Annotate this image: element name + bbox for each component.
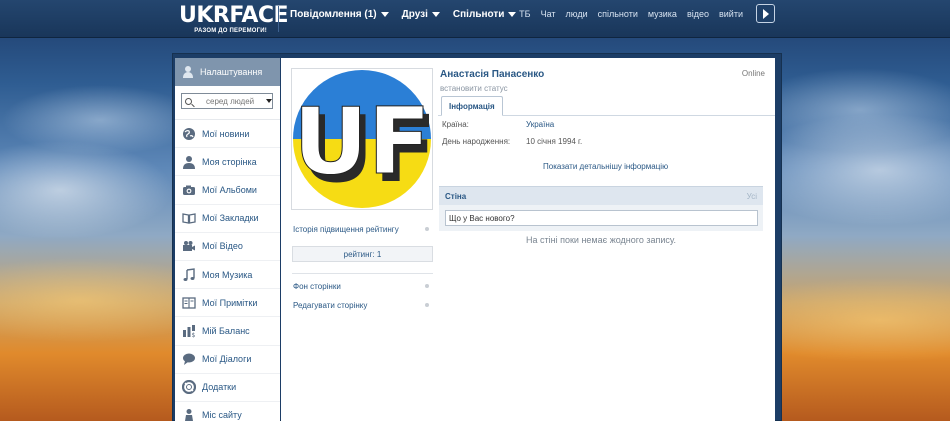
uf-logo-icon: UF UF	[293, 70, 432, 208]
search-icon	[185, 97, 192, 105]
video-camera-icon	[182, 239, 196, 253]
rating-history-link[interactable]: Історія підвищення рейтингу	[293, 221, 433, 237]
balance-icon: $	[182, 324, 196, 338]
logo-tagline: РАЗОМ ДО ПЕРЕМОГИ!	[194, 28, 267, 34]
chevron-down-icon	[431, 11, 440, 17]
show-details-link[interactable]: Показати детальнішу інформацію	[543, 162, 668, 171]
edit-page-link[interactable]: Редагувати сторінку	[293, 297, 433, 313]
profile-name: Анастасія Панасенко	[440, 69, 545, 80]
tab-information[interactable]: Інформація	[441, 96, 503, 116]
logo-text: UKRFACE	[179, 3, 289, 28]
search-input[interactable]	[206, 96, 266, 106]
info-country-label: Країна:	[442, 120, 469, 129]
wall-composer	[439, 205, 763, 231]
bullet-icon	[425, 227, 429, 231]
sidebar-search-wrap	[175, 86, 280, 120]
sidebar-item-my-page[interactable]: Моя сторінка	[175, 148, 280, 177]
info-birthday-label: День народження:	[442, 137, 511, 146]
wall-header: Стіна Усі	[439, 186, 763, 205]
user-icon	[182, 66, 194, 78]
nav-friends-label: Друзі	[401, 8, 428, 20]
speech-bubble-icon	[182, 352, 196, 366]
topbar-divider	[278, 6, 279, 32]
online-status: Online	[741, 69, 765, 78]
lifebuoy-icon	[182, 380, 196, 395]
avatar-text: UF	[293, 88, 431, 195]
sidebar-settings-label: Налаштування	[200, 67, 263, 77]
nav-link-logout[interactable]: вийти	[719, 9, 743, 19]
avatar[interactable]: UF UF	[291, 68, 433, 210]
sidebar-settings[interactable]: Налаштування	[175, 58, 280, 86]
sidebar-item-label: Мій Баланс	[202, 325, 250, 336]
camera-icon	[182, 183, 196, 197]
notebook-icon	[182, 296, 196, 310]
nav-link-tv[interactable]: ТБ	[519, 9, 530, 19]
bullet-icon	[425, 303, 429, 307]
nav-link-people[interactable]: люди	[566, 9, 588, 19]
logo[interactable]: UKRFACE РАЗОМ ДО ПЕРЕМОГИ!	[179, 3, 289, 35]
chevron-down-icon	[508, 11, 517, 17]
nav-link-chat[interactable]: Чат	[541, 9, 556, 19]
profile-content: UF UF Історія підвищення рейтингу рейтин…	[281, 58, 775, 421]
wall-post-input[interactable]	[445, 210, 758, 226]
nav-link-video[interactable]: відео	[687, 9, 709, 19]
nav-communities-label: Спільноти	[452, 8, 505, 20]
sidebar-item-label: Моя сторінка	[202, 156, 257, 167]
nav-friends[interactable]: Друзі	[402, 9, 440, 20]
sidebar-item-notes[interactable]: Мої Примітки	[175, 289, 280, 318]
top-nav-right: ТБ Чат люди спільноти музика відео вийти	[519, 0, 743, 28]
wall-all-link[interactable]: Усі	[747, 192, 757, 201]
rating-history-label: Історія підвищення рейтингу	[293, 224, 399, 234]
page-background-label: Фон сторінки	[293, 281, 341, 291]
sidebar-item-label: Мої Закладки	[202, 213, 259, 224]
sidebar-item-label: Мої новини	[202, 128, 250, 139]
user-icon	[182, 155, 196, 169]
sidebar-item-dialogs[interactable]: Мої Діалоги	[175, 346, 280, 374]
page-background-link[interactable]: Фон сторінки	[293, 278, 433, 294]
info-country-value[interactable]: Україна	[526, 120, 554, 129]
sidebar-item-news[interactable]: Мої новини	[175, 120, 280, 149]
nav-link-music[interactable]: музика	[648, 9, 677, 19]
sidebar-item-balance[interactable]: $ Мій Баланс	[175, 317, 280, 346]
sidebar-item-albums[interactable]: Мої Альбоми	[175, 176, 280, 205]
rating-label: рейтинг: 1	[343, 249, 382, 259]
book-icon	[182, 211, 196, 225]
wall-title[interactable]: Стіна	[445, 192, 466, 201]
chevron-down-icon	[380, 11, 389, 17]
sidebar-item-music[interactable]: Моя Музика	[175, 261, 280, 290]
nav-communities[interactable]: Спільноти	[452, 8, 517, 20]
sidebar-item-bookmarks[interactable]: Мої Закладки	[175, 205, 280, 233]
music-note-icon	[182, 267, 196, 282]
play-icon[interactable]	[756, 4, 775, 23]
globe-icon	[182, 127, 196, 141]
sidebar-item-label: Мої Примітки	[202, 297, 258, 308]
wall-empty-message: На стіні поки немає жодного запису.	[526, 235, 676, 245]
svg-text:$: $	[192, 332, 196, 338]
sidebar-item-label: Додатки	[202, 382, 237, 393]
sidebar-item-label: Моя Музика	[202, 269, 253, 280]
set-status-link[interactable]: встановити статус	[440, 84, 508, 93]
people-search[interactable]	[181, 93, 273, 109]
nav-messages-label: Повідомлення (1)	[290, 8, 377, 20]
divider	[292, 273, 433, 274]
sidebar-item-video[interactable]: Мої Відео	[175, 233, 280, 261]
sidebar-item-label: Міс сайту	[202, 410, 242, 421]
sidebar-item-miss-site[interactable]: Міс сайту	[175, 402, 280, 421]
top-bar: UKRFACE РАЗОМ ДО ПЕРЕМОГИ! Повідомлення …	[0, 0, 950, 38]
rating-bar[interactable]: рейтинг: 1	[292, 246, 433, 262]
sidebar-item-label: Мої Діалоги	[202, 354, 252, 365]
top-nav-left: Повідомлення (1) Друзі Спільноти	[290, 0, 517, 28]
edit-page-label: Редагувати сторінку	[293, 300, 368, 310]
sidebar-item-label: Мої Відео	[202, 241, 243, 252]
nav-messages[interactable]: Повідомлення (1)	[290, 9, 389, 20]
sidebar: Налаштування Мої новини Моя сторінка Мої…	[175, 58, 280, 421]
bullet-icon	[425, 284, 429, 288]
sidebar-item-apps[interactable]: Додатки	[175, 374, 280, 402]
nav-link-communities[interactable]: спільноти	[598, 9, 638, 19]
info-birthday-value: 10 січня 1994 г.	[526, 137, 583, 146]
sidebar-item-label: Мої Альбоми	[202, 184, 257, 195]
chevron-down-icon[interactable]	[266, 99, 272, 103]
person-icon	[182, 408, 196, 421]
